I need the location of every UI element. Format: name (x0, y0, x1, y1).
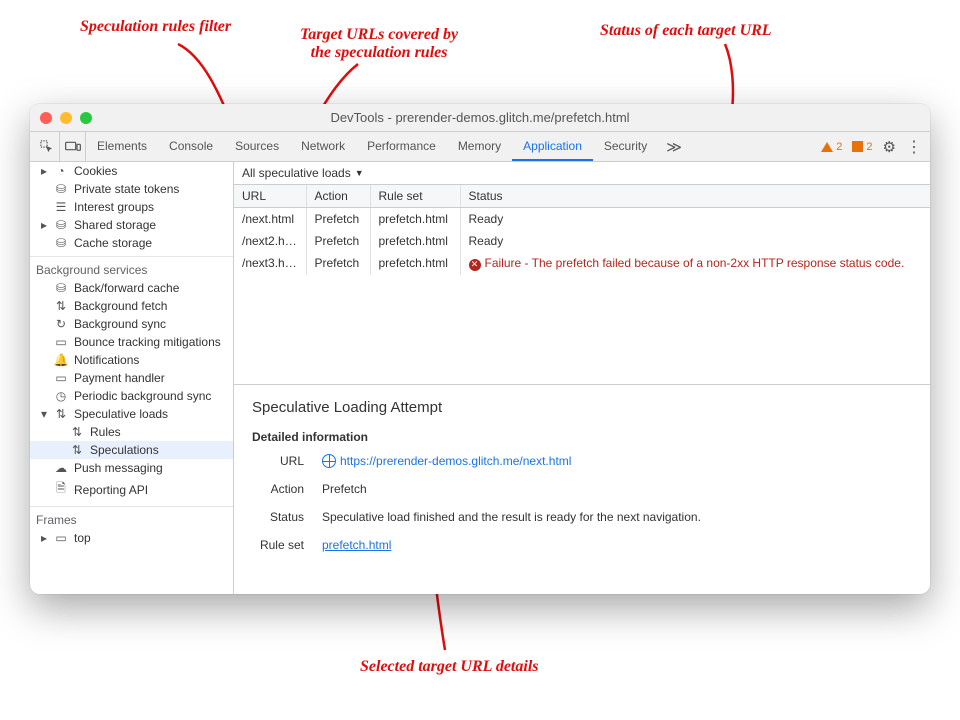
cell-ruleset: prefetch.html (370, 230, 460, 252)
document-icon: 🗎 (54, 479, 68, 500)
detail-url-label: URL (252, 454, 304, 468)
col-url[interactable]: URL (234, 185, 306, 208)
detail-action-label: Action (252, 482, 304, 496)
detail-action-value: Prefetch (322, 482, 912, 496)
title-bar: DevTools - prerender-demos.glitch.me/pre… (30, 104, 930, 132)
sidebar-item-cookies[interactable]: ▸◔Cookies (30, 162, 233, 180)
refresh-icon: ↻ (54, 317, 68, 331)
annotation-filter: Speculation rules filter (80, 18, 231, 36)
detail-status-value: Speculative load finished and the result… (322, 510, 912, 524)
sidebar-item-private-tokens[interactable]: ⛁Private state tokens (30, 180, 233, 198)
issues-warning-badge[interactable]: 2 (821, 141, 842, 153)
tab-application[interactable]: Application (512, 132, 593, 161)
col-status[interactable]: Status (460, 185, 930, 208)
database-icon: ⛁ (54, 218, 68, 232)
issues-info-badge[interactable]: 2 (852, 141, 872, 153)
detail-info-label: Detailed information (252, 430, 912, 444)
sync-icon: ⇅ (54, 299, 68, 313)
sidebar-item-shared-storage[interactable]: ▸⛁Shared storage (30, 216, 233, 234)
chevron-down-icon: ▼ (355, 168, 364, 178)
tab-sources[interactable]: Sources (224, 132, 290, 161)
cell-status: ✕Failure - The prefetch failed because o… (460, 252, 930, 275)
sidebar-item-speculations[interactable]: ⇅Speculations (30, 441, 233, 459)
cell-action: Prefetch (306, 208, 370, 231)
sidebar-item-notifications[interactable]: 🔔Notifications (30, 351, 233, 369)
annotation-details: Selected target URL details (360, 658, 538, 676)
sidebar-item-payment[interactable]: ▭Payment handler (30, 369, 233, 387)
window-title: DevTools - prerender-demos.glitch.me/pre… (30, 110, 930, 125)
cell-action: Prefetch (306, 252, 370, 275)
error-icon: ✕ (469, 259, 481, 271)
col-ruleset[interactable]: Rule set (370, 185, 460, 208)
col-action[interactable]: Action (306, 185, 370, 208)
sidebar-item-bfcache[interactable]: ⛁Back/forward cache (30, 279, 233, 297)
tab-elements[interactable]: Elements (86, 132, 158, 161)
sidebar-item-push[interactable]: ☁Push messaging (30, 459, 233, 477)
tab-security[interactable]: Security (593, 132, 658, 161)
card-icon: ▭ (54, 371, 68, 385)
tab-performance[interactable]: Performance (356, 132, 447, 161)
inspect-icon[interactable] (34, 132, 60, 161)
tab-network[interactable]: Network (290, 132, 356, 161)
sidebar-item-speculative[interactable]: ▾⇅Speculative loads (30, 405, 233, 423)
annotation-targets: Target URLs covered by the speculation r… (300, 26, 458, 63)
sidebar-item-top-frame[interactable]: ▸▭top (30, 529, 233, 547)
table-row[interactable]: /next3.htmlPrefetchprefetch.html✕Failure… (234, 252, 930, 275)
tab-memory[interactable]: Memory (447, 132, 512, 161)
sidebar-header-frames: Frames (30, 506, 233, 529)
sidebar-item-bg-sync[interactable]: ↻Background sync (30, 315, 233, 333)
speculations-table: URL Action Rule set Status /next.htmlPre… (234, 185, 930, 275)
cloud-icon: ☁ (54, 461, 68, 475)
clock-icon: ◔ (54, 164, 68, 178)
table-row[interactable]: /next2.htmlPrefetchprefetch.htmlReady (234, 230, 930, 252)
sync-icon: ⇅ (70, 443, 84, 457)
sidebar-item-rules[interactable]: ⇅Rules (30, 423, 233, 441)
sidebar-item-interest-groups[interactable]: ☰Interest groups (30, 198, 233, 216)
window-icon: ▭ (54, 531, 68, 545)
database-icon: ⛁ (54, 182, 68, 196)
cell-ruleset: prefetch.html (370, 208, 460, 231)
sidebar-item-bounce[interactable]: ▭Bounce tracking mitigations (30, 333, 233, 351)
detail-ruleset-label: Rule set (252, 538, 304, 552)
cell-url: /next2.html (234, 230, 306, 252)
detail-url-link[interactable]: https://prerender-demos.glitch.me/next.h… (340, 454, 571, 468)
main-panel: All speculative loads▼ URL Action Rule s… (234, 162, 930, 594)
detail-heading: Speculative Loading Attempt (252, 399, 912, 416)
tab-console[interactable]: Console (158, 132, 224, 161)
sidebar-header-bg-services: Background services (30, 256, 233, 279)
sidebar-item-bg-fetch[interactable]: ⇅Background fetch (30, 297, 233, 315)
bell-icon: 🔔 (54, 353, 68, 367)
cell-url: /next3.html (234, 252, 306, 275)
clock-icon: ◷ (54, 389, 68, 403)
speculation-filter[interactable]: All speculative loads▼ (234, 162, 930, 185)
sync-icon: ⇅ (70, 425, 84, 439)
cell-status: Ready (460, 230, 930, 252)
shield-icon: ▭ (54, 335, 68, 349)
sidebar-item-cache-storage[interactable]: ⛁Cache storage (30, 234, 233, 252)
cell-status: Ready (460, 208, 930, 231)
table-row[interactable]: /next.htmlPrefetchprefetch.htmlReady (234, 208, 930, 231)
globe-icon (322, 454, 336, 468)
sidebar-item-periodic[interactable]: ◷Periodic background sync (30, 387, 233, 405)
sidebar: ▸◔Cookies ⛁Private state tokens ☰Interes… (30, 162, 234, 594)
detail-status-label: Status (252, 510, 304, 524)
cell-ruleset: prefetch.html (370, 252, 460, 275)
devtools-window: DevTools - prerender-demos.glitch.me/pre… (30, 104, 930, 594)
device-toggle-icon[interactable] (60, 132, 86, 161)
sidebar-item-reporting[interactable]: 🗎Reporting API (30, 477, 233, 502)
settings-icon[interactable]: ⚙ (883, 138, 896, 156)
database-icon: ⛁ (54, 236, 68, 250)
cell-url: /next.html (234, 208, 306, 231)
database-icon: ⛁ (54, 281, 68, 295)
tabs-more-icon[interactable]: ≫ (658, 132, 690, 161)
cell-action: Prefetch (306, 230, 370, 252)
annotation-status: Status of each target URL (600, 22, 772, 40)
kebab-menu-icon[interactable]: ⋮ (906, 137, 922, 157)
list-icon: ☰ (54, 200, 68, 214)
tab-bar: Elements Console Sources Network Perform… (30, 132, 930, 162)
sync-icon: ⇅ (54, 407, 68, 421)
detail-ruleset-link[interactable]: prefetch.html (322, 538, 391, 552)
speculation-detail: Speculative Loading Attempt Detailed inf… (234, 385, 930, 580)
